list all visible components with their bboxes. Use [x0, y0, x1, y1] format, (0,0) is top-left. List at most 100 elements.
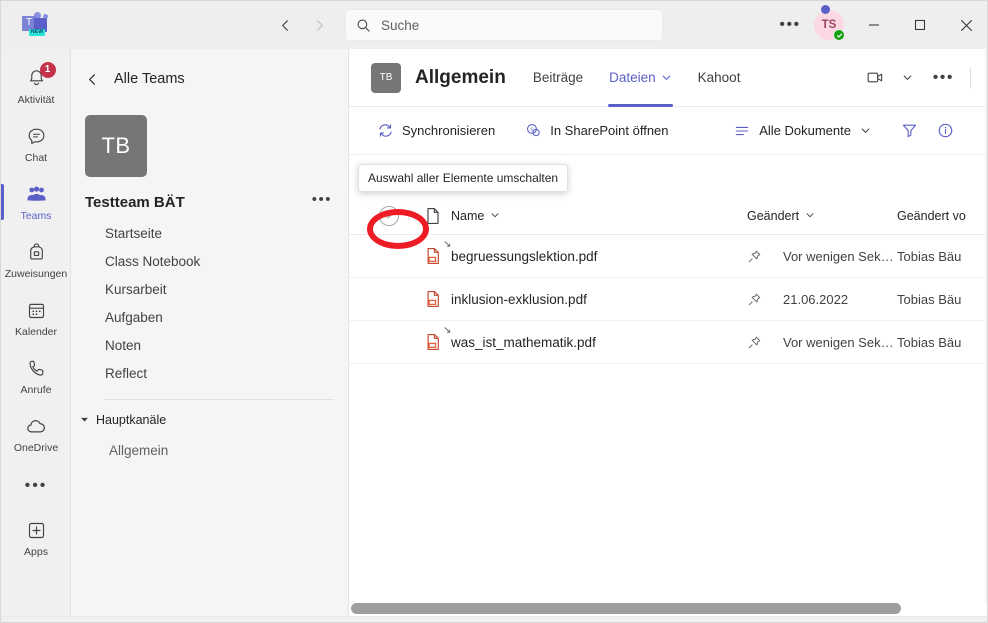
- team-more-button[interactable]: •••: [312, 192, 332, 207]
- channel-item-allgemein[interactable]: Allgemein: [71, 435, 348, 465]
- search-placeholder: Suche: [381, 17, 420, 33]
- modified-by-value: Tobias Bäu: [897, 334, 962, 350]
- sidebar-item-kalender[interactable]: Kalender: [1, 289, 71, 347]
- column-label: Geändert: [747, 208, 800, 223]
- rail-more-button[interactable]: •••: [1, 463, 71, 509]
- horizontal-scrollbar[interactable]: [349, 602, 987, 616]
- sync-icon: [377, 122, 394, 139]
- tab-dateien[interactable]: Dateien: [596, 49, 685, 107]
- app-logo: NEW: [1, 1, 71, 49]
- view-selector-label: Alle Dokumente: [759, 123, 851, 138]
- tab-kahoot[interactable]: Kahoot: [685, 49, 754, 107]
- chevron-left-icon: [85, 72, 100, 87]
- modified-by-cell: Tobias Bäu: [897, 334, 987, 350]
- column-label: Geändert vo: [897, 208, 966, 223]
- maximize-button[interactable]: [897, 1, 943, 49]
- back-button[interactable]: [269, 9, 301, 41]
- teams-window: NEW Suche ••• TS: [0, 0, 988, 623]
- team-link-class-notebook[interactable]: Class Notebook: [71, 247, 348, 275]
- team-name-row: Testteam BÄT •••: [71, 192, 348, 211]
- column-header-modified-by[interactable]: Geändert vo: [897, 208, 987, 223]
- scrollbar-thumb[interactable]: [351, 603, 901, 614]
- files-toolbar: Synchronisieren S In SharePoint öffnen A…: [349, 107, 987, 155]
- close-button[interactable]: [943, 1, 987, 49]
- file-name-cell[interactable]: ↘ was_ist_mathematik.pdf: [442, 324, 747, 350]
- channel-team-avatar: TB: [371, 62, 401, 93]
- all-teams-label: Alle Teams: [114, 71, 185, 87]
- window-bottom-strip: [1, 616, 987, 622]
- team-link-aufgaben[interactable]: Aufgaben: [71, 303, 348, 331]
- tab-label: Dateien: [609, 70, 656, 85]
- phone-icon: [26, 357, 47, 381]
- sidebar-item-apps[interactable]: Apps: [1, 509, 71, 567]
- sidebar-item-label: Aktivität: [17, 93, 55, 106]
- sidebar-item-onedrive[interactable]: OneDrive: [1, 405, 71, 463]
- filter-icon[interactable]: [893, 115, 925, 147]
- chevron-down-icon: [80, 415, 89, 426]
- table-row[interactable]: ↘ begruessungslektion.pdf Vor wenigen Se…: [349, 235, 987, 278]
- file-name: inklusion-exklusion.pdf: [451, 291, 587, 307]
- file-name-cell[interactable]: inklusion-exklusion.pdf: [451, 292, 747, 307]
- sidebar-item-chat[interactable]: Chat: [1, 115, 71, 173]
- team-link-startseite[interactable]: Startseite: [71, 219, 348, 247]
- info-icon[interactable]: [929, 115, 961, 147]
- sidebar-item-label: Chat: [24, 151, 48, 164]
- table-row[interactable]: ↘ was_ist_mathematik.pdf Vor wenigen Sek…: [349, 321, 987, 364]
- team-link-noten[interactable]: Noten: [71, 331, 348, 359]
- channel-header: TB Allgemein Beiträge Dateien Kahoot •••: [349, 49, 987, 107]
- avatar[interactable]: TS: [807, 1, 851, 49]
- file-name: ↘ begruessungslektion.pdf: [442, 238, 598, 264]
- modified-value: Vor wenigen Sekun...: [783, 248, 897, 264]
- sidebar-item-zuweisungen[interactable]: Zuweisungen: [1, 231, 71, 289]
- document-icon[interactable]: [415, 207, 451, 225]
- channel-group-hauptkanale[interactable]: Hauptkanäle: [71, 405, 348, 435]
- sync-button[interactable]: Synchronisieren: [369, 115, 503, 147]
- svg-text:S: S: [530, 127, 534, 133]
- table-row[interactable]: inklusion-exklusion.pdf 21.06.2022 Tobia…: [349, 278, 987, 321]
- file-table-header: Name Geändert Geändert vo: [349, 197, 987, 235]
- all-teams-back-button[interactable]: Alle Teams: [71, 57, 348, 101]
- modified-by-value: Tobias Bäu: [897, 248, 962, 264]
- meet-dropdown-chevron-down-icon[interactable]: [893, 62, 923, 94]
- modified-by-cell: Tobias Bäu: [897, 292, 987, 307]
- sidebar-item-label: Apps: [24, 545, 48, 558]
- sidebar-item-label: Teams: [20, 209, 52, 222]
- shared-icon: [747, 335, 783, 350]
- shared-icon: [747, 292, 783, 307]
- bell-icon: 1: [26, 61, 56, 91]
- column-header-modified[interactable]: Geändert: [747, 209, 897, 223]
- divider: [970, 66, 971, 89]
- sidebar-item-label: Kalender: [14, 325, 58, 338]
- team-avatar: TB: [85, 115, 147, 177]
- check-circle-icon: [379, 205, 399, 226]
- modified-cell: Vor wenigen Sekun...: [783, 249, 897, 264]
- team-link-reflect[interactable]: Reflect: [71, 359, 348, 387]
- forward-button[interactable]: [303, 9, 335, 41]
- right-edge: [985, 49, 987, 622]
- sidebar-item-anrufe[interactable]: Anrufe: [1, 347, 71, 405]
- file-name: ↘ was_ist_mathematik.pdf: [442, 324, 596, 350]
- sidebar-item-aktivitat[interactable]: 1 Aktivität: [1, 57, 71, 115]
- view-selector-button[interactable]: Alle Dokumente: [734, 123, 871, 139]
- presence-available-icon: [833, 29, 845, 41]
- open-in-sharepoint-button[interactable]: S In SharePoint öffnen: [517, 115, 676, 147]
- tab-label: Kahoot: [697, 70, 741, 85]
- select-all-checkbox[interactable]: [363, 205, 415, 226]
- tab-beitrage[interactable]: Beiträge: [520, 49, 596, 107]
- column-header-name[interactable]: Name: [451, 209, 747, 223]
- modified-value: Vor wenigen Sekun...: [783, 334, 897, 350]
- modified-by-cell: Tobias Bäu: [897, 248, 987, 264]
- search-input[interactable]: Suche: [345, 9, 663, 41]
- minimize-button[interactable]: [851, 1, 897, 49]
- team-links-list: Startseite Class Notebook Kursarbeit Auf…: [71, 219, 348, 387]
- tooltip-select-all: Auswahl aller Elemente umschalten: [358, 164, 569, 192]
- main-content: TB Allgemein Beiträge Dateien Kahoot •••…: [349, 49, 987, 622]
- video-camera-icon[interactable]: [861, 62, 891, 94]
- sidebar-item-teams[interactable]: Teams: [1, 173, 71, 231]
- titlebar-more-button[interactable]: •••: [773, 9, 807, 41]
- sidebar-item-label: OneDrive: [13, 441, 59, 454]
- modified-cell: 21.06.2022: [783, 292, 897, 307]
- team-link-kursarbeit[interactable]: Kursarbeit: [71, 275, 348, 303]
- app-rail: 1 Aktivität Chat Teams Zuweisungen Kalen…: [1, 49, 71, 622]
- file-name-cell[interactable]: ↘ begruessungslektion.pdf: [442, 238, 747, 264]
